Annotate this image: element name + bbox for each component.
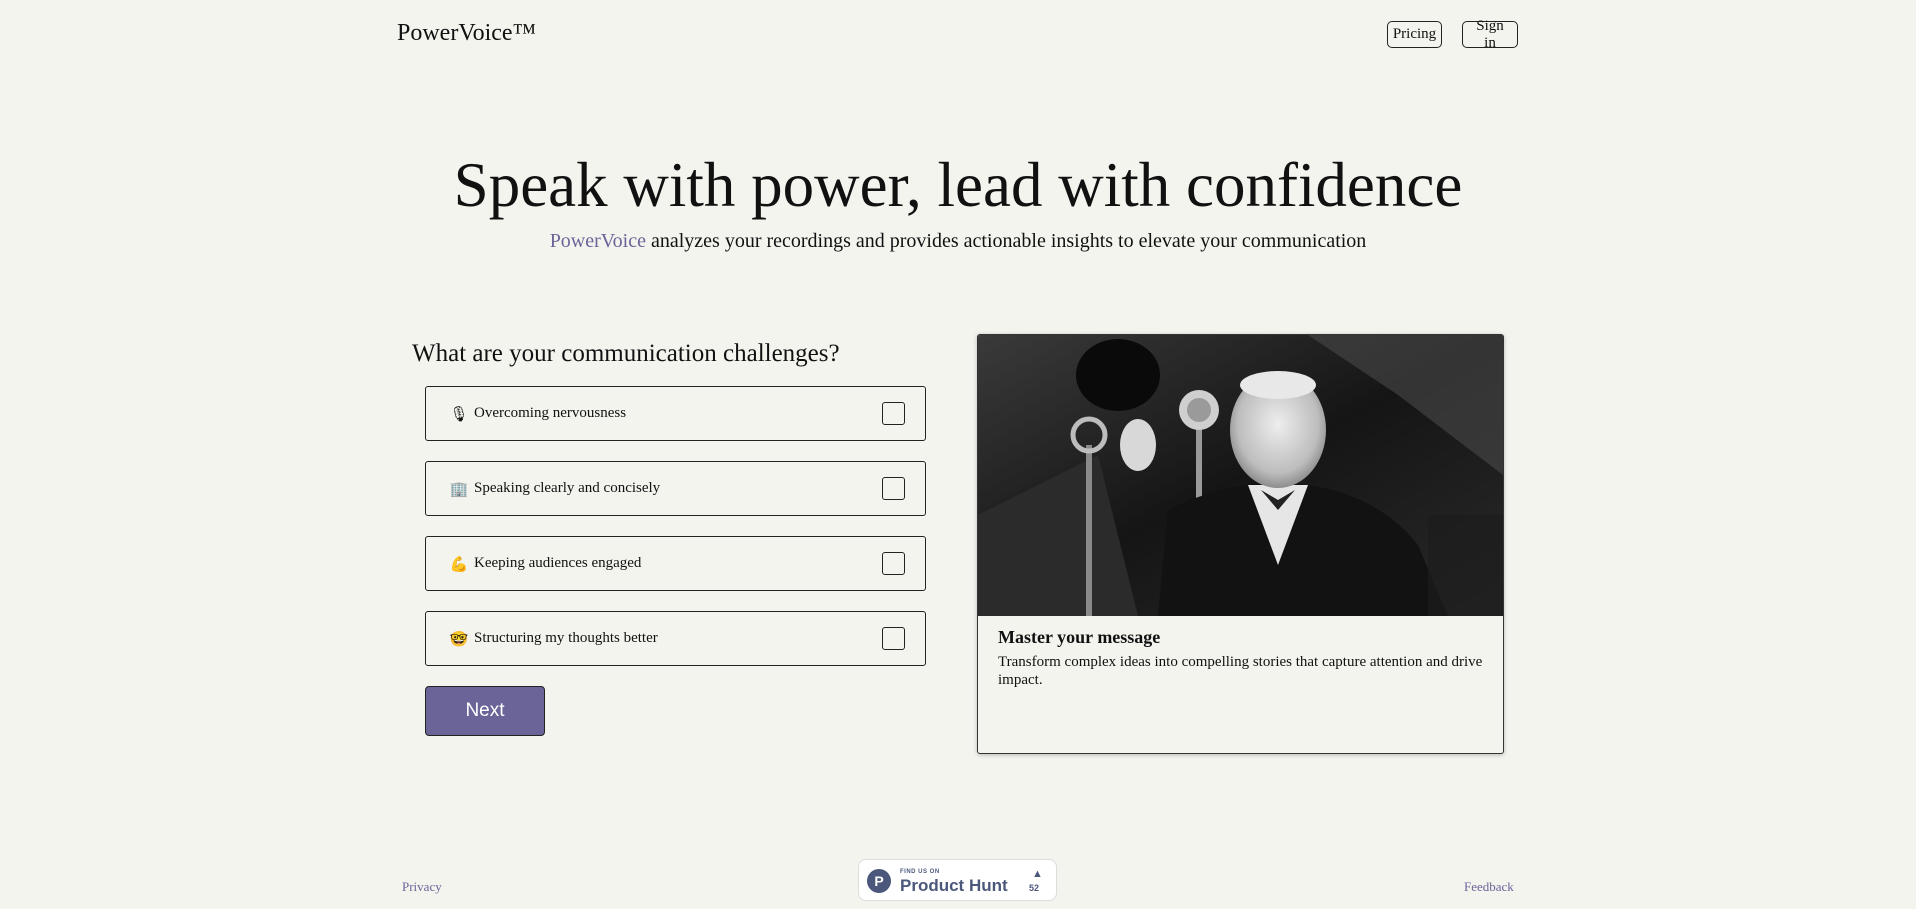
product-hunt-caption: FIND US ON [900,869,940,875]
next-button[interactable]: Next [425,686,545,736]
sign-in-button[interactable]: Sign in [1462,18,1518,51]
challenge-option-clarity[interactable]: 🏢 Speaking clearly and concisely [425,461,926,516]
feedback-link[interactable]: Feedback [1464,879,1514,895]
product-hunt-name: Product Hunt [900,876,1008,895]
option-checkbox[interactable] [882,477,905,500]
option-label: Overcoming nervousness [474,405,627,421]
hero-subtitle: PowerVoice analyzes your recordings and … [0,230,1916,253]
office-building-icon: 🏢 [449,479,469,498]
hero-subtitle-brand: PowerVoice [549,230,646,252]
upvote-arrow-icon: ▲ [1032,868,1043,880]
microphone-icon: 🎙 [449,404,469,423]
option-label: Keeping audiences engaged [474,555,642,571]
product-hunt-badge[interactable]: P FIND US ON Product Hunt ▲ 52 [858,859,1057,901]
challenge-option-nervousness[interactable]: 🎙 Overcoming nervousness [425,386,926,441]
challenge-option-engagement[interactable]: 💪 Keeping audiences engaged [425,536,926,591]
nerd-face-icon: 🤓 [449,629,469,648]
challenge-option-structure[interactable]: 🤓 Structuring my thoughts better [425,611,926,666]
pricing-button[interactable]: Pricing [1387,21,1442,48]
card-title: Master your message [998,627,1161,647]
hero-subtitle-text: analyzes your recordings and provides ac… [645,230,1367,252]
card-description: Transform complex ideas into compelling … [998,654,1483,688]
flexed-bicep-icon: 💪 [449,554,469,573]
option-label: Speaking clearly and concisely [474,480,661,496]
hero-title: Speak with power, lead with confidence [453,150,1463,220]
option-checkbox[interactable] [882,402,905,425]
speaker-photo [978,335,1503,616]
product-hunt-logo-icon: P [867,869,891,893]
question-title: What are your communication challenges? [412,340,840,367]
brand-logo[interactable]: PowerVoice™ [397,20,536,47]
page: PowerVoice™ Pricing Sign in Speak with p… [0,0,1916,909]
option-label: Structuring my thoughts better [474,630,658,646]
upvote-count: 52 [1029,883,1040,893]
option-checkbox[interactable] [882,627,905,650]
option-checkbox[interactable] [882,552,905,575]
privacy-link[interactable]: Privacy [402,879,442,895]
feature-card: Master your message Transform complex id… [977,334,1504,754]
